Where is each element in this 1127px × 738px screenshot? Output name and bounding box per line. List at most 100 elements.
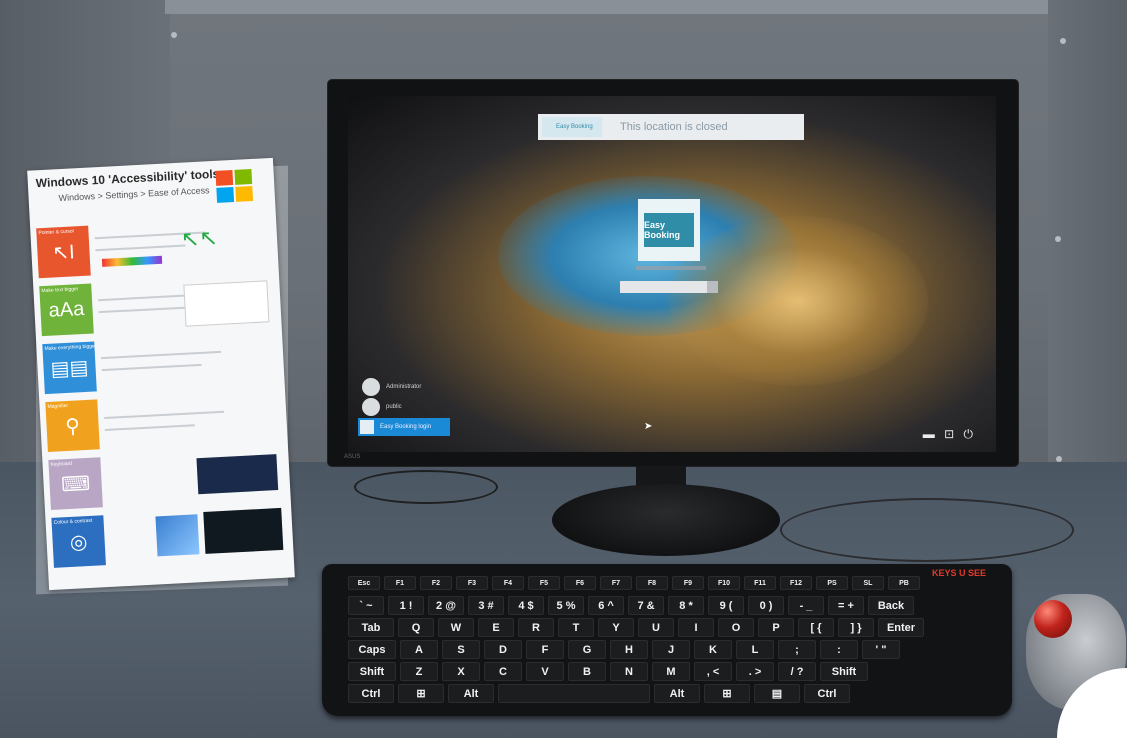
key[interactable]: Ctrl [348,684,394,703]
key[interactable]: W [438,618,474,637]
top-letter-row[interactable]: Tab Q W E R T Y U I O P[ {] } Enter [348,618,924,637]
key[interactable]: 0 ) [748,596,784,615]
key[interactable]: Q [398,618,434,637]
banner-logo-text: Easy Booking [556,124,593,130]
keyboard-screenshot [196,454,279,495]
key[interactable]: F1 [384,576,416,590]
key[interactable]: F12 [780,576,812,590]
key[interactable]: F3 [456,576,488,590]
key[interactable]: T [558,618,594,637]
key[interactable]: C [484,662,522,681]
user-label-administrator[interactable]: Administrator [386,384,421,390]
key[interactable]: ] } [838,618,874,637]
key[interactable]: V [526,662,564,681]
key[interactable]: : [820,640,858,659]
key[interactable]: Tab [348,618,394,637]
key[interactable]: G [568,640,606,659]
key[interactable]: - _ [788,596,824,615]
space-row[interactable]: Ctrl ⊞ Alt Alt ⊞ ▤ Ctrl [348,684,850,703]
key[interactable]: PB [888,576,920,590]
key[interactable]: F8 [636,576,668,590]
key[interactable]: Y [598,618,634,637]
key[interactable]: F9 [672,576,704,590]
key[interactable]: F6 [564,576,596,590]
key[interactable]: Caps [348,640,396,659]
key[interactable]: F2 [420,576,452,590]
key[interactable]: O [718,618,754,637]
key[interactable]: 7 & [628,596,664,615]
key[interactable]: ▤ [754,684,800,703]
key[interactable]: F11 [744,576,776,590]
key[interactable]: ' " [862,640,900,659]
wallpaper-yellow-glow [668,216,928,386]
key[interactable]: F [526,640,564,659]
key[interactable]: 8 * [668,596,704,615]
key[interactable]: A [400,640,438,659]
user-avatar-administrator[interactable] [362,378,380,396]
key[interactable]: Shift [820,662,868,681]
key[interactable]: S [442,640,480,659]
key[interactable]: H [610,640,648,659]
bottom-letter-row[interactable]: Shift Z X C V B N M, <. > / ? Shift [348,662,868,681]
key[interactable]: SL [852,576,884,590]
key[interactable]: J [652,640,690,659]
user-avatar-public[interactable] [362,398,380,416]
key[interactable]: ; [778,640,816,659]
trackball-ball[interactable] [1034,600,1072,638]
key[interactable] [498,684,650,703]
key[interactable]: 4 $ [508,596,544,615]
key[interactable]: PS [816,576,848,590]
key[interactable]: F4 [492,576,524,590]
key[interactable]: / ? [778,662,816,681]
key[interactable]: [ { [798,618,834,637]
key[interactable]: I [678,618,714,637]
key[interactable]: = + [828,596,864,615]
key[interactable]: B [568,662,606,681]
password-field[interactable] [620,281,718,293]
key[interactable]: 5 % [548,596,584,615]
easy-booking-logo: Easy Booking [644,213,694,247]
card-text-line [101,350,221,360]
key[interactable]: Enter [878,618,924,637]
key[interactable]: F5 [528,576,560,590]
key[interactable]: . > [736,662,774,681]
key[interactable]: , < [694,662,732,681]
key[interactable]: X [442,662,480,681]
key[interactable]: Back [868,596,914,615]
function-key-row[interactable]: Esc F1 F2 F3 F4 F5 F6 F7 F8 F9 F10 F11 F12 PS SL PB [348,576,920,590]
key[interactable]: ` ~ [348,596,384,615]
key[interactable]: R [518,618,554,637]
home-letter-row[interactable]: Caps A S D F G H J K L;: ' " [348,640,900,659]
key[interactable]: Shift [348,662,396,681]
key[interactable]: P [758,618,794,637]
key[interactable]: Ctrl [804,684,850,703]
key[interactable]: L [736,640,774,659]
user-label-public[interactable]: public [386,404,402,410]
key[interactable]: 2 @ [428,596,464,615]
key[interactable]: Esc [348,576,380,590]
key[interactable]: Alt [654,684,700,703]
key[interactable]: Alt [448,684,494,703]
number-key-row[interactable]: ` ~1 ! 2 @3 #4 $5 % 6 ^ 7 & 8 * 9 (0 ) - _ = + B… [348,596,914,615]
key[interactable]: 3 # [468,596,504,615]
key[interactable]: F10 [708,576,740,590]
selected-user-avatar [360,420,374,434]
key[interactable]: N [610,662,648,681]
submit-arrow-button[interactable] [707,281,718,293]
key[interactable]: 9 ( [708,596,744,615]
key[interactable]: F7 [600,576,632,590]
key[interactable]: U [638,618,674,637]
system-tray-icons[interactable]: ▬ ⊡ ⏻ [923,427,976,442]
key[interactable]: 1 ! [388,596,424,615]
key[interactable]: 6 ^ [588,596,624,615]
key[interactable]: ⊞ [704,684,750,703]
tile-label: Magnifier [47,402,69,410]
key[interactable]: Z [400,662,438,681]
key[interactable]: D [484,640,522,659]
key[interactable]: E [478,618,514,637]
large-print-keyboard[interactable]: KEYS U SEE Esc F1 F2 F3 F4 F5 F6 F7 F8 F9 F10 F11 F1… [322,564,1012,716]
key[interactable]: ⊞ [398,684,444,703]
key[interactable]: M [652,662,690,681]
selected-user-tile[interactable]: Easy Booking login [358,418,450,436]
key[interactable]: K [694,640,732,659]
